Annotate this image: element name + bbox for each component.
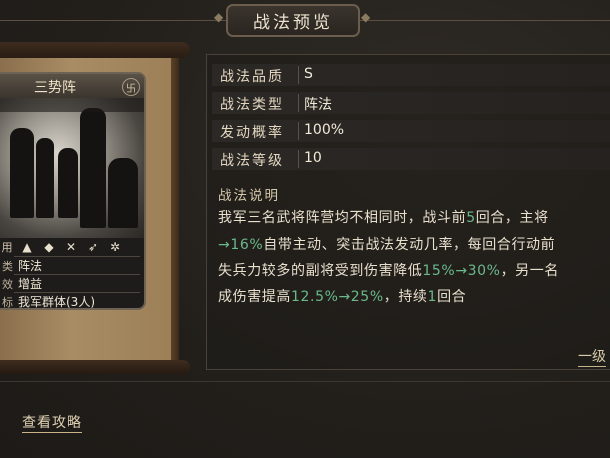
title-plate: 战法预览 [226,4,360,37]
description-text: 自带主动、突击战法发动几率，每回合行动前 [263,237,556,253]
cavalry-icon: ▲ [22,240,32,254]
page-title: 战法预览 [253,13,333,33]
stat-label: 战法等级 [220,153,284,169]
description-line: 我军三名武将阵营均不相同时，战斗前5回合，主将 [218,207,549,227]
stat-divider [298,150,299,168]
stat-divider [298,66,299,84]
stat-divider [298,122,299,140]
ornament-left-icon: ◆ [214,10,224,24]
description-text: ，另一名 [500,263,559,279]
shield-icon: ◆ [44,240,54,254]
description-text: 成伤害提高 [218,289,291,305]
description-line: 成伤害提高12.5%→25%，持续1回合 [218,286,466,306]
highlight-value: →16% [218,237,264,253]
description-text: ，持续 [383,289,428,305]
stat-value: 10 [304,150,322,166]
description-line: →16%自带主动、突击战法发动几率，每回合行动前 [218,234,555,254]
soldier-silhouette [10,128,34,218]
stat-row-type: 战法类型 阵法 [212,92,610,114]
card-tactic-name: 三势阵 [34,80,76,96]
highlight-value: 5 [466,210,476,226]
stat-value: 阵法 [304,97,332,113]
card-title-bar: 三势阵 卐 [0,74,144,99]
card-row-label: 类 [2,260,13,273]
description-text: 回合，主将 [475,210,549,226]
scroll-edge [171,52,179,370]
scroll-top-roller [0,42,190,58]
troop-type-row: 用 ▲ ◆ ✕ ➶ ✲ [0,238,144,256]
stat-value: 100% [304,122,345,138]
archer-icon: ✕ [65,240,77,254]
footer-divider [0,381,610,382]
card-row-label: 标 [2,296,13,309]
stat-row-level: 战法等级 10 [212,148,610,170]
tactic-card: 三势阵 卐 用 ▲ ◆ ✕ ➶ ✲ 类 阵法 效 增益 标 我军群体(3人) [0,72,146,310]
description-text: 我军三名武将阵营均不相同时，战斗前 [218,210,467,226]
troop-type-label: 用 [1,241,13,254]
soldier-silhouette [36,138,54,218]
art-shade [0,98,144,112]
stat-label: 战法品质 [220,69,284,85]
stat-row-quality: 战法品质 S [212,64,610,86]
description-text: 回合 [437,289,467,305]
card-row-type: 类 阵法 [0,257,144,274]
seal-icon: 卐 [122,78,140,96]
soldier-silhouette [58,148,78,218]
stat-value: S [304,66,313,82]
card-row-value: 我军群体(3人) [18,295,95,309]
stat-divider [298,94,299,112]
description-text: 失兵力较多的副将受到伤害降低 [218,263,423,279]
stat-label: 发动概率 [220,125,284,141]
stat-label: 战法类型 [220,97,284,113]
card-row-value: 阵法 [18,259,43,273]
soldier-silhouette [80,108,106,228]
level-link[interactable]: 一级 [578,346,606,367]
card-row-effect: 效 增益 [0,275,144,292]
card-row-target: 标 我军群体(3人) [0,293,144,309]
view-guide-link[interactable]: 查看攻略 [22,412,82,433]
soldier-silhouette [108,158,138,228]
description-heading: 战法说明 [218,188,280,204]
siege-icon: ✲ [109,240,121,254]
highlight-value: 1 [427,289,438,305]
highlight-value: 15%→30% [422,263,501,279]
card-artwork [0,98,144,238]
card-row-value: 增益 [18,277,43,291]
spear-icon: ➶ [87,240,99,254]
description-line: 失兵力较多的副将受到伤害降低15%→30%，另一名 [218,260,559,280]
scroll-bottom-roller [0,360,190,374]
highlight-value: 12.5%→25% [291,289,384,305]
card-row-label: 效 [2,278,13,291]
ornament-right-icon: ◆ [361,10,371,24]
stat-row-probability: 发动概率 100% [212,120,610,142]
